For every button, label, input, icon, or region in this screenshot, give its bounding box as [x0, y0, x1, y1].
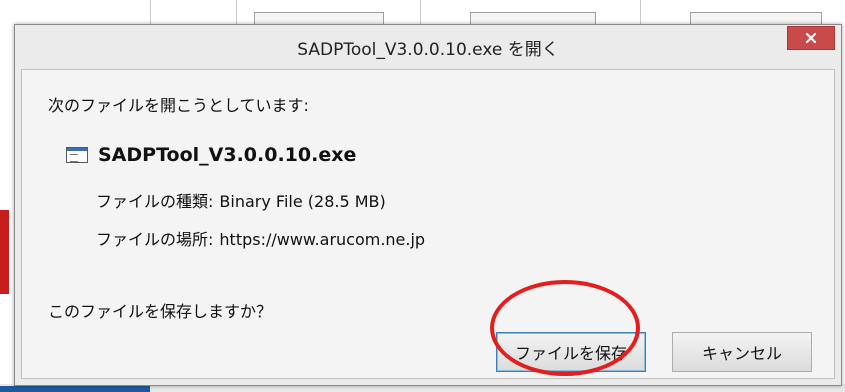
background-bottom-accent [0, 386, 150, 392]
dialog-content: 次のファイルを開こうとしています: SADPTool_V3.0.0.10.exe… [21, 69, 835, 379]
close-button[interactable] [787, 26, 835, 50]
open-file-dialog: SADPTool_V3.0.0.10.exe を開く 次のファイルを開こうとして… [14, 24, 842, 386]
file-name: SADPTool_V3.0.0.10.exe [98, 144, 357, 166]
file-type-value: Binary File (28.5 MB) [219, 192, 386, 211]
file-type-label: ファイルの種類: [96, 192, 214, 211]
file-location-line: ファイルの場所: https://www.arucom.ne.jp [96, 226, 425, 250]
save-file-button[interactable]: ファイルを保存 [496, 332, 646, 372]
open-prompt-text: 次のファイルを開こうとしています: [48, 96, 309, 115]
background-red-banner [0, 210, 9, 294]
executable-file-icon [66, 147, 88, 163]
file-location-value: https://www.arucom.ne.jp [219, 230, 426, 249]
close-icon [805, 32, 817, 44]
background-left-edge [0, 104, 10, 390]
file-location-label: ファイルの場所: [96, 230, 214, 249]
dialog-title: SADPTool_V3.0.0.10.exe を開く [297, 40, 559, 60]
dialog-titlebar[interactable]: SADPTool_V3.0.0.10.exe を開く [15, 25, 841, 69]
cancel-button[interactable]: キャンセル [672, 332, 812, 372]
file-info-row: SADPTool_V3.0.0.10.exe [66, 144, 356, 166]
file-type-line: ファイルの種類: Binary File (28.5 MB) [96, 188, 386, 212]
save-question-text: このファイルを保存しますか？ [48, 302, 273, 321]
